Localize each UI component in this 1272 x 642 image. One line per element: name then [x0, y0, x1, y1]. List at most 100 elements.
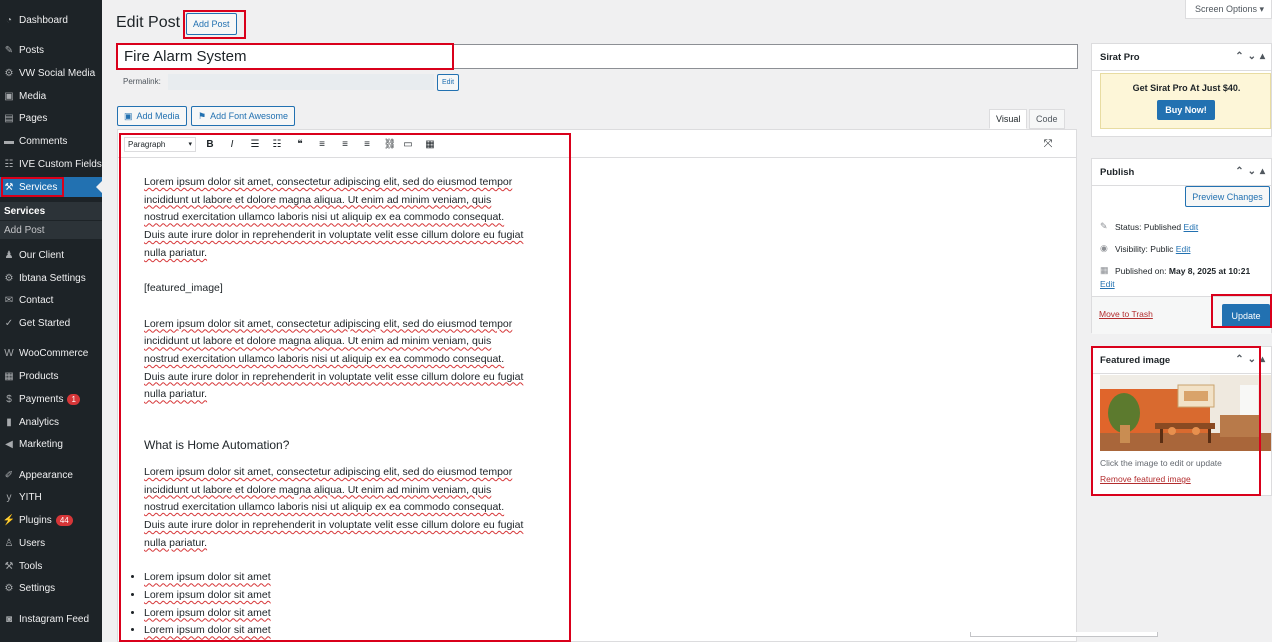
submenu-item-services[interactable]: Services [0, 202, 102, 220]
sidebar-item-label: Pages [19, 112, 48, 124]
box-arrows-icon[interactable]: ⌃⌄▴ [1235, 166, 1269, 177]
published-on-row: ▦ Published on: May 8, 2025 at 10:21 [1100, 265, 1250, 276]
add-post-button[interactable]: Add Post [186, 13, 237, 35]
bullet-list-icon[interactable]: ☰ [247, 136, 263, 152]
editor-content[interactable]: Lorem ipsum dolor sit amet, consectetur … [144, 174, 534, 640]
add-media-button[interactable]: ▣ Add Media [117, 106, 187, 126]
italic-icon[interactable]: I [224, 136, 240, 152]
permalink-url[interactable] [168, 74, 434, 90]
sidebar-item-dashboard[interactable]: ◔ Dashboard [0, 10, 102, 30]
sidebar-item-media[interactable]: ▣ Media [0, 86, 102, 106]
tab-code[interactable]: Code [1029, 109, 1065, 129]
gear-icon: ⚙ [4, 67, 14, 79]
fullscreen-icon[interactable]: ⤧ [1040, 136, 1056, 152]
visibility-edit-link[interactable]: Edit [1176, 244, 1191, 254]
sidebar-item-contact[interactable]: ✉ Contact [0, 290, 102, 310]
sidebar-item-tools[interactable]: ⚒ Tools [0, 556, 102, 576]
sidebar-item-our-client[interactable]: ♟ Our Client [0, 245, 102, 265]
add-media-label: Add Media [136, 111, 180, 121]
shortcode-text: [featured_image] [144, 282, 223, 295]
fields-icon: ☷ [4, 158, 14, 170]
sidebar-item-posts[interactable]: ✎ Posts [0, 40, 102, 60]
paragraph-line: nulla pariatur. [144, 246, 208, 259]
align-center-icon[interactable]: ≡ [337, 136, 353, 152]
count-badge: 1 [67, 393, 80, 405]
paragraph: Lorem ipsum dolor sit amet, consectetur … [144, 464, 534, 553]
remove-featured-image-link[interactable]: Remove featured image [1100, 474, 1191, 484]
check-icon: ✓ [4, 317, 14, 329]
brush-icon: ✐ [4, 469, 14, 481]
content-editor[interactable]: Paragraph ▾ B I ☰ ☷ ❝ ≡ ≡ ≡ ⛓ ▭ ▦ ⤧ Lorem ipsum do… [117, 129, 1077, 642]
sidebar-item-label: Products [19, 370, 59, 382]
admin-sidebar: ◔ Dashboard ✎ Posts ⚙ VW Social Media ▣ Media ▤ P… [0, 0, 102, 642]
sidebar-item-instagram-feed[interactable]: ◙ Instagram Feed [0, 609, 102, 629]
paragraph-line: incididunt ut labore et dolore magna ali… [144, 335, 492, 348]
sidebar-item-appearance[interactable]: ✐ Appearance [0, 465, 102, 485]
move-to-trash-link[interactable]: Move to Trash [1099, 309, 1153, 319]
settings-icon: ⚙ [4, 582, 14, 594]
sidebar-item-analytics[interactable]: ▮ Analytics [0, 412, 102, 432]
paragraph: Lorem ipsum dolor sit amet, consectetur … [144, 174, 534, 263]
format-select[interactable]: Paragraph ▾ [124, 137, 196, 152]
sidebar-item-get-started[interactable]: ✓ Get Started [0, 313, 102, 333]
date-edit-link[interactable]: Edit [1100, 279, 1115, 289]
sidebar-item-ibtana-settings[interactable]: ⚙ Ibtana Settings [0, 268, 102, 288]
list-item: Lorem ipsum dolor sit amet [144, 622, 534, 640]
bold-icon[interactable]: B [202, 136, 218, 152]
eye-icon: ◉ [1100, 243, 1108, 253]
numbered-list-icon[interactable]: ☷ [269, 136, 285, 152]
status-edit-link[interactable]: Edit [1184, 222, 1199, 232]
sidebar-item-label: Services [19, 181, 58, 193]
sidebar-item-label: Get Started [19, 317, 71, 329]
sidebar-item-ive-custom-fields[interactable]: ☷ IVE Custom Fields [0, 154, 102, 174]
align-right-icon[interactable]: ≡ [359, 136, 375, 152]
screen-options-button[interactable]: Screen Options ▾ [1185, 0, 1272, 19]
preview-changes-button[interactable]: Preview Changes [1185, 186, 1270, 207]
read-more-icon[interactable]: ▭ [400, 136, 416, 152]
sidebar-item-services[interactable]: ⚒ Services [0, 177, 102, 197]
sidebar-item-payments[interactable]: $ Payments 1 [0, 389, 102, 409]
bullet-list: Lorem ipsum dolor sit ametLorem ipsum do… [144, 569, 534, 640]
sidebar-item-products[interactable]: ▦ Products [0, 366, 102, 386]
align-left-icon[interactable]: ≡ [314, 136, 330, 152]
add-font-awesome-button[interactable]: ⚑ Add Font Awesome [191, 106, 295, 126]
woocommerce-icon: W [4, 347, 14, 359]
buy-now-button[interactable]: Buy Now! [1157, 100, 1215, 120]
list-item: Lorem ipsum dolor sit amet [144, 605, 534, 623]
instagram-icon: ◙ [5, 613, 13, 625]
box-arrows-icon[interactable]: ⌃⌄▴ [1235, 51, 1269, 62]
sidebar-item-pages[interactable]: ▤ Pages [0, 108, 102, 128]
sidebar-item-label: Plugins [19, 514, 52, 526]
sidebar-item-plugins[interactable]: ⚡ Plugins 44 [0, 510, 102, 530]
paragraph: Lorem ipsum dolor sit amet, consectetur … [144, 316, 534, 405]
dashboard-icon: ◔ [5, 14, 13, 26]
horizontal-scrollbar[interactable] [970, 632, 1158, 637]
box-arrows-icon[interactable]: ⌃⌄▴ [1235, 354, 1269, 365]
update-button[interactable]: Update [1222, 304, 1270, 328]
sidebar-item-label: Instagram Feed [19, 613, 90, 625]
featured-image[interactable] [1100, 375, 1271, 451]
sidebar-item-settings[interactable]: ⚙ Settings [0, 578, 102, 598]
submenu-item-add-post[interactable]: Add Post [0, 221, 102, 239]
sidebar-item-yith[interactable]: y YITH [0, 487, 102, 507]
featured-image-caption: Click the image to edit or update [1100, 458, 1222, 468]
box-header: Featured image ⌃⌄▴ [1092, 347, 1271, 374]
sidebar-item-comments[interactable]: ▬ Comments [0, 131, 102, 151]
toolbar-toggle-icon[interactable]: ▦ [422, 136, 438, 152]
blockquote-icon[interactable]: ❝ [292, 136, 308, 152]
archive-icon: ▦ [4, 370, 14, 382]
list-item: Lorem ipsum dolor sit amet [144, 587, 534, 605]
permalink-edit-button[interactable]: Edit [437, 74, 460, 91]
visibility-text: Visibility: Public [1115, 243, 1174, 254]
link-icon[interactable]: ⛓ [382, 136, 398, 152]
sidebar-item-woocommerce[interactable]: W WooCommerce [0, 343, 102, 363]
sidebar-item-vw-social-media[interactable]: ⚙ VW Social Media [0, 63, 102, 83]
tab-visual[interactable]: Visual [989, 109, 1028, 129]
published-on-date: May 8, 2025 at 10:21 [1168, 265, 1251, 276]
paragraph-line: Duis aute irure dolor in reprehenderit i… [144, 370, 524, 383]
sidebar-item-marketing[interactable]: ◀ Marketing [0, 434, 102, 454]
paragraph-line: Lorem ipsum dolor sit amet, consectetur … [144, 317, 513, 330]
sidebar-item-users[interactable]: ♙ Users [0, 533, 102, 553]
post-title-input[interactable]: Fire Alarm System [117, 44, 1078, 69]
format-select-value: Paragraph [128, 140, 166, 149]
